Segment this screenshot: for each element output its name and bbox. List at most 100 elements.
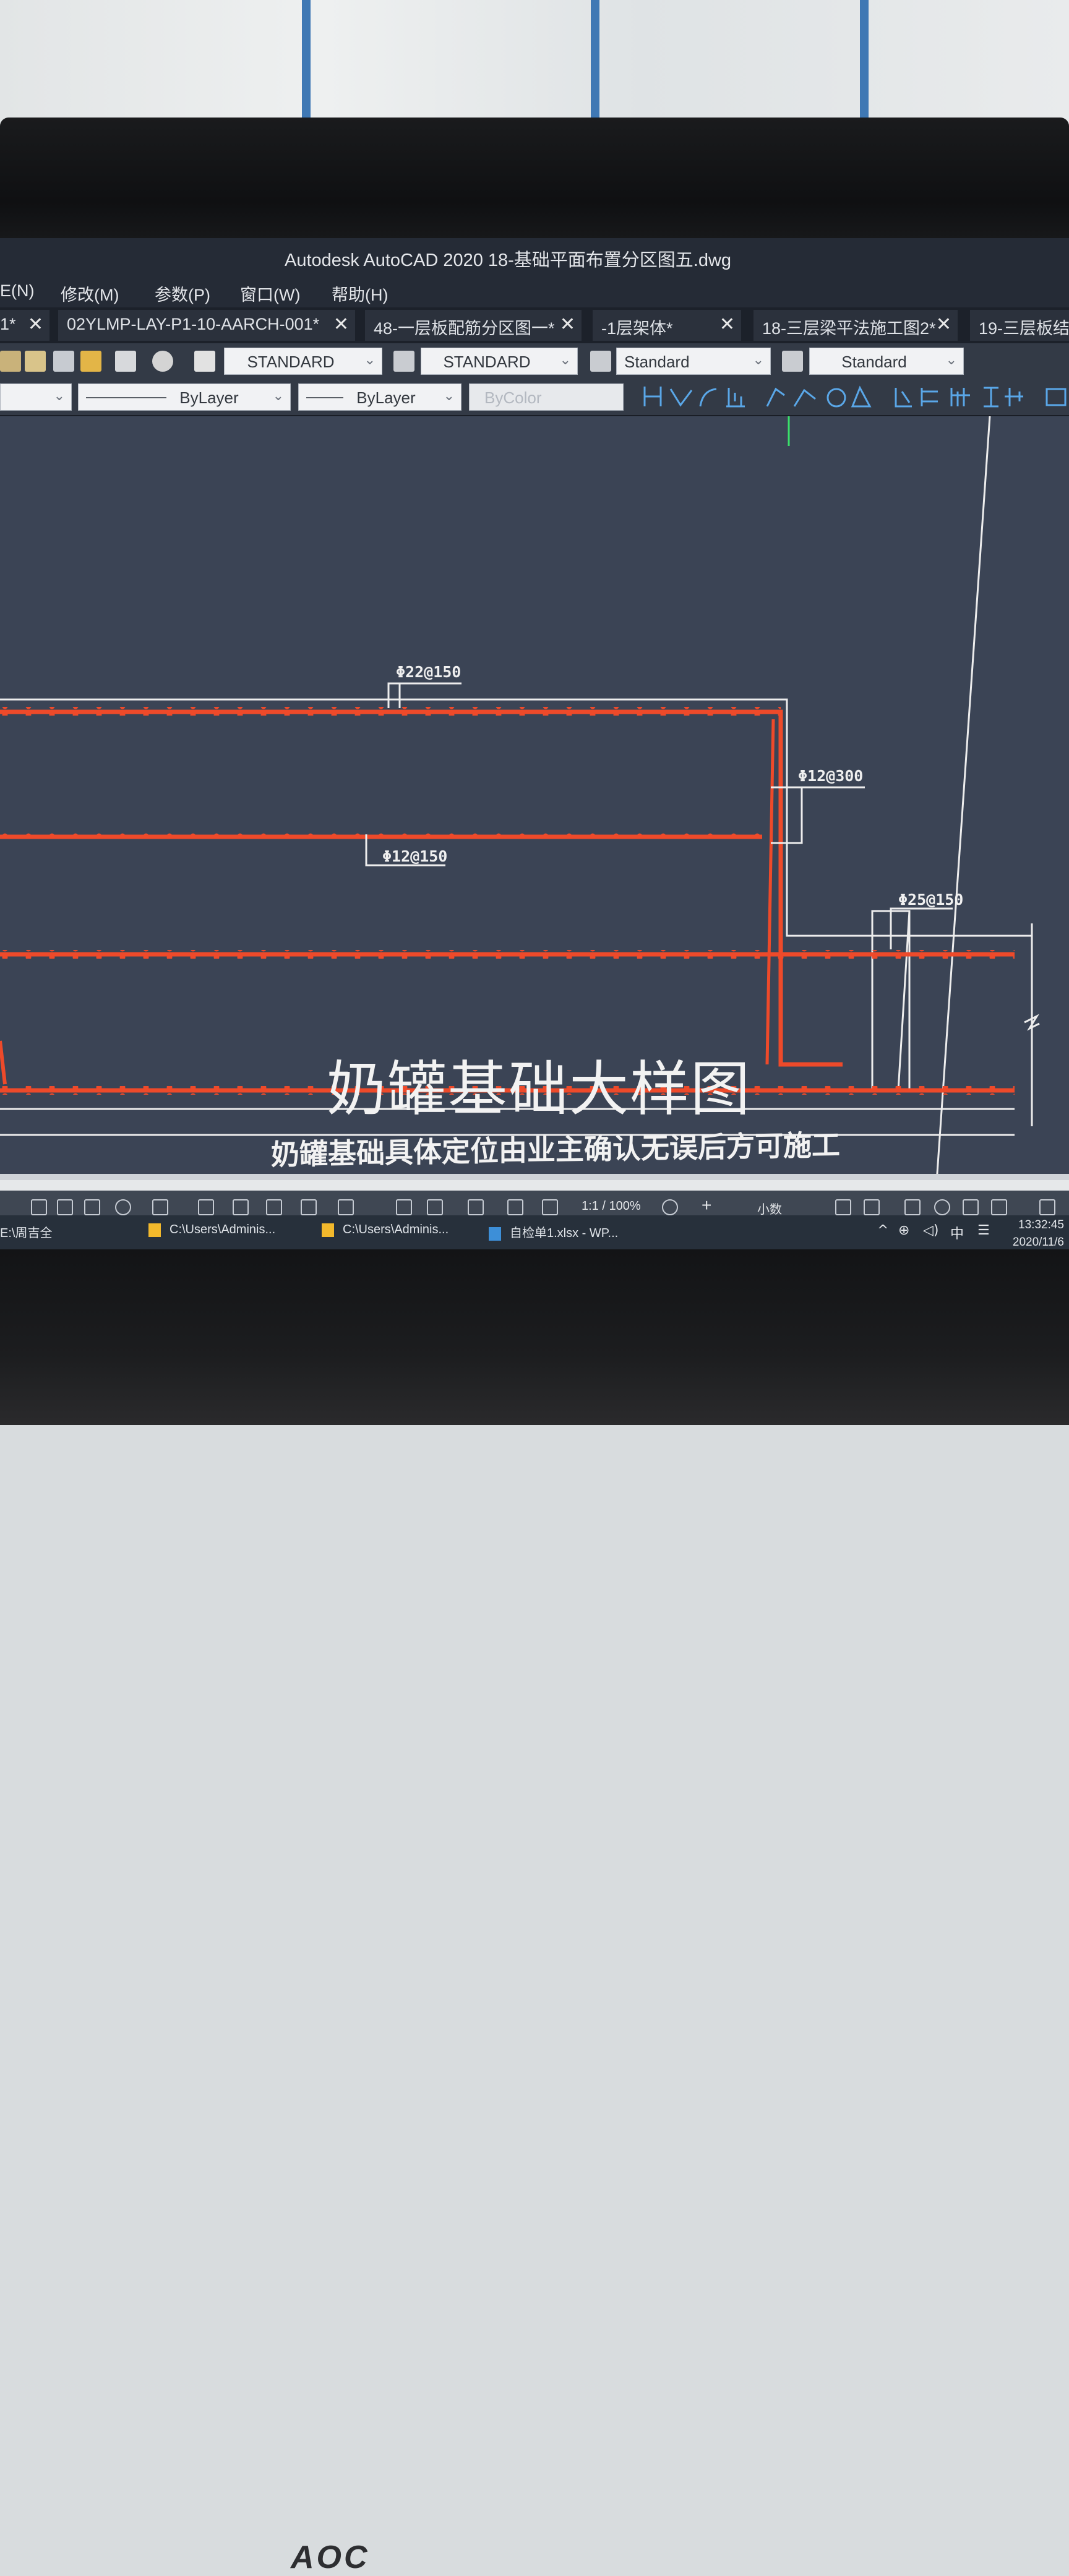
taskbar-item[interactable]: C:\Users\Adminis... <box>148 1223 275 1237</box>
annotation-monitor-icon[interactable] <box>396 1199 412 1215</box>
dim-style-icon[interactable] <box>393 351 414 372</box>
angular-icon[interactable] <box>851 385 872 408</box>
break-icon[interactable] <box>1005 388 1023 406</box>
tab-file[interactable]: -1层架体* ✕ <box>593 310 741 341</box>
otrack-icon[interactable] <box>198 1199 214 1215</box>
selection-cycling-icon[interactable] <box>301 1199 317 1215</box>
clean-screen-icon[interactable] <box>934 1199 950 1215</box>
menu-item-parametric[interactable]: 参数(P) <box>155 281 210 306</box>
tab-file[interactable]: 19-三层板结 <box>970 310 1069 341</box>
copy-icon[interactable] <box>80 351 101 372</box>
multileader-style-icon[interactable] <box>782 351 803 372</box>
ime-indicator[interactable]: 中 <box>950 1223 964 1243</box>
chevron-down-icon: ⌄ <box>752 352 764 367</box>
transparency-icon[interactable] <box>266 1199 282 1215</box>
scale-readout[interactable]: 1:1 / 100% <box>582 1199 641 1213</box>
lineweight-icon[interactable] <box>233 1199 249 1215</box>
rebar-vertical <box>765 719 775 1065</box>
drawing-canvas[interactable]: Φ22@150 Φ12@300 Φ12@150 Φ25@150 奶罐基础大样图 … <box>0 416 1069 1174</box>
menu-item-modify[interactable]: 修改(M) <box>61 281 119 306</box>
osnap-icon[interactable] <box>152 1199 168 1215</box>
polar-icon[interactable] <box>115 1199 131 1215</box>
chevron-down-icon: ⌄ <box>364 352 376 367</box>
workspace-icon[interactable] <box>963 1199 979 1215</box>
rebar-label-wall: Φ25@150 <box>898 891 963 909</box>
continue-icon[interactable] <box>950 388 970 406</box>
match-properties-icon[interactable] <box>53 351 74 372</box>
hardware-acceleration-icon[interactable] <box>904 1199 921 1215</box>
styles-toolbar: STANDARD ⌄ STANDARD ⌄ Standard ⌄ Standard ⌄ <box>0 343 1069 379</box>
plus-icon[interactable]: + <box>702 1196 711 1215</box>
dim-style-select[interactable]: STANDARD ⌄ <box>421 348 578 375</box>
network-icon[interactable]: ⊕ <box>898 1223 909 1238</box>
fullscreen-icon[interactable] <box>1039 1199 1055 1215</box>
tab-file[interactable]: 02YLMP-LAY-P1-10-AARCH-001* ✕ <box>58 310 355 341</box>
tolerance-icon[interactable] <box>1045 388 1067 406</box>
aligned-dimension-icon[interactable] <box>669 388 693 407</box>
tab-file[interactable]: 48-一层板配筋分区图一* ✕ <box>365 310 582 341</box>
tab-label: 18-三层梁平法施工图2* <box>762 319 936 338</box>
text-style-select[interactable]: STANDARD ⌄ <box>224 348 382 375</box>
table-style-select[interactable]: Standard ⌄ <box>616 348 771 375</box>
color-select[interactable]: ⌄ <box>0 383 72 411</box>
layer-icon[interactable] <box>0 351 21 372</box>
quick-dimension-icon[interactable] <box>895 388 912 408</box>
ordinate-icon[interactable] <box>726 388 745 408</box>
linear-dimension-icon[interactable] <box>643 387 662 406</box>
chevron-down-icon: ⌄ <box>559 352 571 367</box>
quick-properties-icon[interactable] <box>468 1199 484 1215</box>
system-clock[interactable]: 13:32:45 2020/11/6 <box>1013 1217 1064 1251</box>
annotation-visibility-icon[interactable] <box>542 1199 558 1215</box>
annotation-scale-icon[interactable] <box>507 1199 523 1215</box>
lineweight-select[interactable]: ByLayer ⌄ <box>298 383 462 411</box>
menu-item-window[interactable]: 窗口(W) <box>240 281 300 306</box>
space-icon[interactable] <box>984 387 998 408</box>
notification-icon[interactable]: ☰ <box>977 1223 990 1238</box>
text-style-icon[interactable] <box>194 351 215 372</box>
chevron-down-icon: ⌄ <box>443 388 455 403</box>
ortho-icon[interactable] <box>84 1199 100 1215</box>
close-icon[interactable]: ✕ <box>560 314 575 335</box>
volume-icon[interactable]: ◁) <box>923 1223 939 1238</box>
linetype-select[interactable]: ByLayer ⌄ <box>78 383 291 411</box>
diameter-icon[interactable] <box>826 388 846 408</box>
snap-icon[interactable] <box>31 1199 47 1215</box>
monitor-bezel-top <box>0 118 1069 238</box>
leader-lines <box>365 682 953 949</box>
taskbar-item[interactable]: E:\周吉全 <box>0 1223 52 1241</box>
close-icon[interactable]: ✕ <box>28 314 43 335</box>
gear-icon[interactable] <box>662 1199 678 1215</box>
help-icon[interactable] <box>152 351 173 372</box>
taskbar-item[interactable]: 自检单1.xlsx - WP... <box>489 1223 618 1241</box>
chevron-down-icon: ⌄ <box>272 388 284 403</box>
multileader-style-select[interactable]: Standard ⌄ <box>809 348 964 375</box>
baseline-icon[interactable] <box>921 388 938 406</box>
close-icon[interactable]: ✕ <box>719 314 735 335</box>
close-icon[interactable]: ✕ <box>936 314 951 335</box>
customization-icon[interactable] <box>991 1199 1007 1215</box>
chevron-down-icon: ⌄ <box>53 388 65 403</box>
menu-item-view[interactable]: E(N) <box>0 281 35 301</box>
arc-length-icon[interactable] <box>699 388 717 407</box>
calculator-icon[interactable] <box>115 351 136 372</box>
rebar-label-top: Φ22@150 <box>396 663 461 681</box>
background-wall <box>0 0 1069 124</box>
units-icon[interactable] <box>427 1199 443 1215</box>
tab-file[interactable]: 1* ✕ <box>0 310 49 341</box>
units-select[interactable]: 小数 <box>757 1199 782 1217</box>
jogged-icon[interactable] <box>793 388 816 407</box>
isolate-icon[interactable] <box>864 1199 880 1215</box>
tab-label: 48-一层板配筋分区图一* <box>374 319 555 338</box>
taskbar-item[interactable]: C:\Users\Adminis... <box>322 1223 449 1237</box>
properties-icon[interactable] <box>835 1199 851 1215</box>
tab-file-active[interactable]: 18-三层梁平法施工图2* ✕ <box>753 310 958 341</box>
layer-states-icon[interactable] <box>25 351 46 372</box>
3d-osnap-icon[interactable] <box>338 1199 354 1215</box>
radius-icon[interactable] <box>766 387 785 407</box>
menu-item-help[interactable]: 帮助(H) <box>332 281 388 306</box>
window-title: Autodesk AutoCAD 2020 18-基础平面布置分区图五.dwg <box>285 250 732 270</box>
grid-icon[interactable] <box>57 1199 73 1215</box>
chevron-up-icon[interactable]: ^ <box>877 1223 888 1238</box>
table-style-icon[interactable] <box>590 351 611 372</box>
close-icon[interactable]: ✕ <box>333 314 349 335</box>
